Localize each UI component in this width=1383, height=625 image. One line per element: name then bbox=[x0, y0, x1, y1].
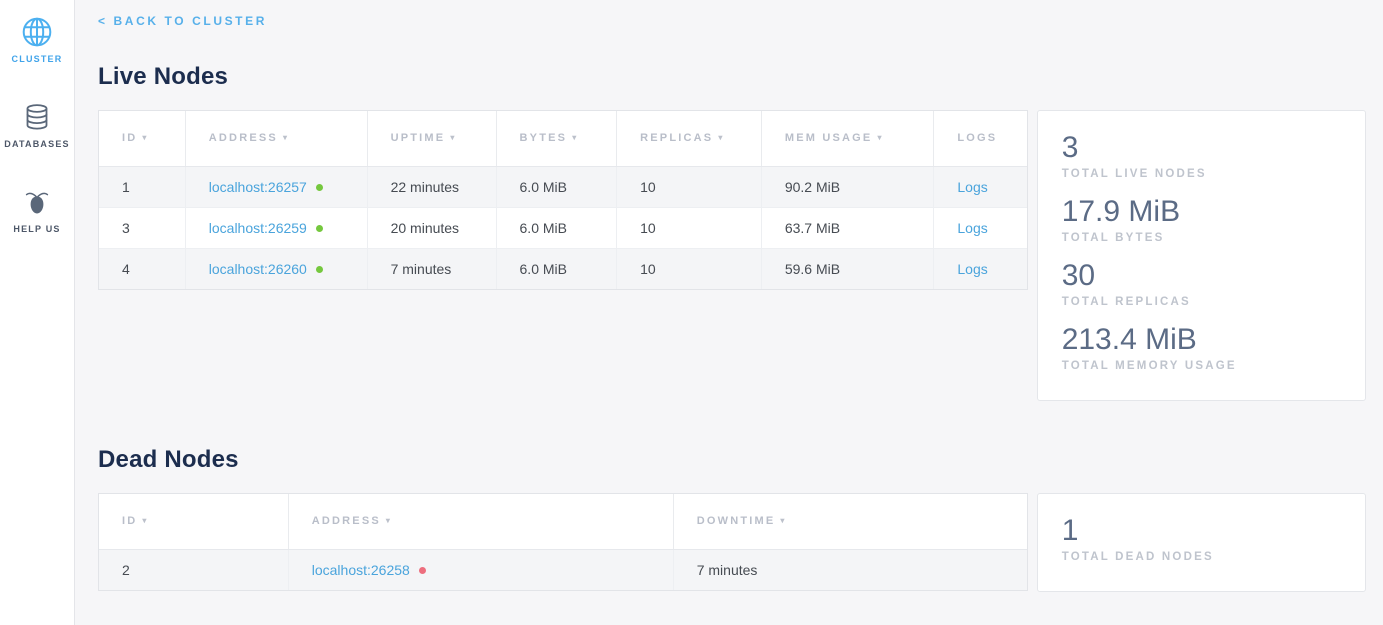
sidebar-item-label: HELP US bbox=[13, 224, 60, 234]
node-live-status-dot bbox=[316, 225, 323, 232]
globe-icon bbox=[20, 15, 54, 49]
logs-link[interactable]: Logs bbox=[957, 179, 987, 195]
cell-logs: Logs bbox=[934, 166, 1027, 207]
column-header-bytes[interactable]: BYTES▾ bbox=[496, 111, 617, 166]
stat-label: TOTAL MEMORY USAGE bbox=[1062, 360, 1341, 372]
summary-stat: 1 TOTAL DEAD NODES bbox=[1062, 513, 1341, 563]
back-to-cluster-link[interactable]: < BACK TO CLUSTER bbox=[98, 14, 267, 28]
column-header-mem_usage[interactable]: MEM USAGE▾ bbox=[761, 111, 934, 166]
cell-uptime: 7 minutes bbox=[367, 248, 496, 289]
stat-value: 3 bbox=[1062, 130, 1341, 166]
dead-nodes-table-card: ID▾ADDRESS▾DOWNTIME▾2localhost:262587 mi… bbox=[98, 493, 1028, 591]
column-header-uptime[interactable]: UPTIME▾ bbox=[367, 111, 496, 166]
logs-link[interactable]: Logs bbox=[957, 220, 987, 236]
sort-arrow-icon: ▾ bbox=[718, 133, 724, 142]
sidebar-item-label: DATABASES bbox=[4, 139, 69, 149]
cell-downtime: 7 minutes bbox=[673, 549, 1026, 590]
live-nodes-summary-card: 3 TOTAL LIVE NODES 17.9 MiB TOTAL BYTES 30 TO… bbox=[1037, 110, 1366, 401]
cell-uptime: 22 minutes bbox=[367, 166, 496, 207]
stat-value: 30 bbox=[1062, 258, 1341, 294]
main-content: < BACK TO CLUSTER Live Nodes ID▾ADDRESS▾… bbox=[75, 0, 1383, 592]
stat-label: TOTAL BYTES bbox=[1062, 232, 1341, 244]
sort-arrow-icon: ▾ bbox=[780, 516, 786, 525]
cell-mem_usage: 90.2 MiB bbox=[761, 166, 934, 207]
summary-stat: 30 TOTAL REPLICAS bbox=[1062, 258, 1341, 308]
sidebar-item-databases[interactable]: DATABASES bbox=[0, 100, 74, 149]
summary-stat: 213.4 MiB TOTAL MEMORY USAGE bbox=[1062, 322, 1341, 372]
sort-arrow-icon: ▾ bbox=[142, 133, 148, 142]
summary-stat: 3 TOTAL LIVE NODES bbox=[1062, 130, 1341, 180]
node-address-link[interactable]: localhost:26257 bbox=[209, 179, 307, 195]
cell-bytes: 6.0 MiB bbox=[496, 248, 617, 289]
cell-logs: Logs bbox=[934, 207, 1027, 248]
node-address-link[interactable]: localhost:26259 bbox=[209, 220, 307, 236]
column-header-address[interactable]: ADDRESS▾ bbox=[185, 111, 367, 166]
bug-icon bbox=[22, 185, 52, 219]
live-nodes-title: Live Nodes bbox=[98, 63, 1366, 91]
dead-nodes-section: ID▾ADDRESS▾DOWNTIME▾2localhost:262587 mi… bbox=[98, 493, 1366, 592]
cell-id: 2 bbox=[99, 549, 288, 590]
cell-logs: Logs bbox=[934, 248, 1027, 289]
stat-value: 1 bbox=[1062, 513, 1341, 549]
stat-value: 17.9 MiB bbox=[1062, 194, 1341, 230]
table-row: 3 localhost:26259 20 minutes6.0 MiB1063.7 … bbox=[99, 207, 1027, 248]
sort-arrow-icon: ▾ bbox=[877, 133, 883, 142]
sort-arrow-icon: ▾ bbox=[450, 133, 456, 142]
sort-arrow-icon: ▾ bbox=[142, 516, 148, 525]
cell-uptime: 20 minutes bbox=[367, 207, 496, 248]
cell-id: 4 bbox=[99, 248, 185, 289]
table-header-row: ID▾ADDRESS▾DOWNTIME▾ bbox=[99, 494, 1027, 549]
stat-label: TOTAL DEAD NODES bbox=[1062, 551, 1341, 563]
cell-id: 1 bbox=[99, 166, 185, 207]
cell-mem_usage: 59.6 MiB bbox=[761, 248, 934, 289]
live-nodes-table: ID▾ADDRESS▾UPTIME▾BYTES▾REPLICAS▾MEM USA… bbox=[99, 111, 1027, 289]
stat-label: TOTAL LIVE NODES bbox=[1062, 168, 1341, 180]
sidebar-item-cluster[interactable]: CLUSTER bbox=[0, 15, 74, 64]
column-header-id[interactable]: ID▾ bbox=[99, 494, 288, 549]
sort-arrow-icon: ▾ bbox=[572, 133, 578, 142]
table-row: 2 localhost:26258 7 minutes bbox=[99, 549, 1027, 590]
cell-address: localhost:26259 bbox=[185, 207, 367, 248]
stat-label: TOTAL REPLICAS bbox=[1062, 296, 1341, 308]
column-header-downtime[interactable]: DOWNTIME▾ bbox=[673, 494, 1026, 549]
cell-id: 3 bbox=[99, 207, 185, 248]
table-header-row: ID▾ADDRESS▾UPTIME▾BYTES▾REPLICAS▾MEM USA… bbox=[99, 111, 1027, 166]
node-address-link[interactable]: localhost:26258 bbox=[312, 562, 410, 578]
dead-nodes-summary-card: 1 TOTAL DEAD NODES bbox=[1037, 493, 1366, 592]
live-nodes-table-card: ID▾ADDRESS▾UPTIME▾BYTES▾REPLICAS▾MEM USA… bbox=[98, 110, 1028, 290]
live-nodes-section: ID▾ADDRESS▾UPTIME▾BYTES▾REPLICAS▾MEM USA… bbox=[98, 110, 1366, 401]
column-header-id[interactable]: ID▾ bbox=[99, 111, 185, 166]
column-header-address[interactable]: ADDRESS▾ bbox=[288, 494, 673, 549]
cell-replicas: 10 bbox=[617, 248, 762, 289]
stat-value: 213.4 MiB bbox=[1062, 322, 1341, 358]
dead-nodes-title: Dead Nodes bbox=[98, 446, 1366, 474]
cell-replicas: 10 bbox=[617, 166, 762, 207]
logs-link[interactable]: Logs bbox=[957, 261, 987, 277]
dead-nodes-table: ID▾ADDRESS▾DOWNTIME▾2localhost:262587 mi… bbox=[99, 494, 1027, 590]
cell-address: localhost:26258 bbox=[288, 549, 673, 590]
column-header-replicas[interactable]: REPLICAS▾ bbox=[617, 111, 762, 166]
cell-bytes: 6.0 MiB bbox=[496, 166, 617, 207]
node-address-link[interactable]: localhost:26260 bbox=[209, 261, 307, 277]
node-dead-status-dot bbox=[419, 567, 426, 574]
cell-address: localhost:26257 bbox=[185, 166, 367, 207]
cell-replicas: 10 bbox=[617, 207, 762, 248]
sort-arrow-icon: ▾ bbox=[283, 133, 289, 142]
sidebar: CLUSTER DATABASES HELP US bbox=[0, 0, 75, 625]
cell-address: localhost:26260 bbox=[185, 248, 367, 289]
databases-icon bbox=[22, 100, 52, 134]
node-live-status-dot bbox=[316, 184, 323, 191]
column-header-logs: LOGS bbox=[934, 111, 1027, 166]
cell-mem_usage: 63.7 MiB bbox=[761, 207, 934, 248]
cell-bytes: 6.0 MiB bbox=[496, 207, 617, 248]
node-live-status-dot bbox=[316, 266, 323, 273]
table-row: 1 localhost:26257 22 minutes6.0 MiB1090.2 … bbox=[99, 166, 1027, 207]
sort-arrow-icon: ▾ bbox=[386, 516, 392, 525]
summary-stat: 17.9 MiB TOTAL BYTES bbox=[1062, 194, 1341, 244]
sidebar-item-help-us[interactable]: HELP US bbox=[0, 185, 74, 234]
table-row: 4 localhost:26260 7 minutes6.0 MiB1059.6 M… bbox=[99, 248, 1027, 289]
sidebar-item-label: CLUSTER bbox=[12, 54, 63, 64]
